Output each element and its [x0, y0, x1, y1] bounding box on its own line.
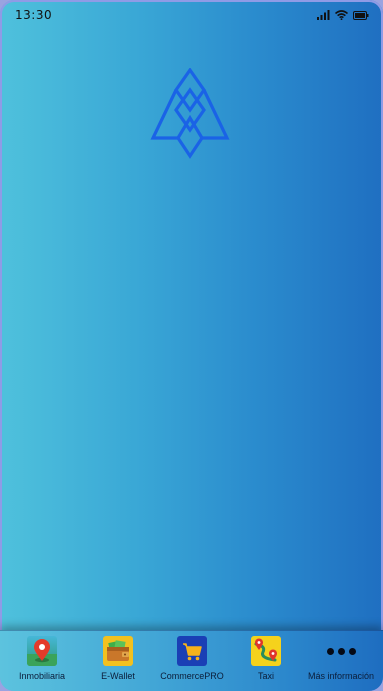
wallet-icon	[103, 636, 133, 666]
tab-mas-informacion[interactable]: Más información	[304, 636, 378, 688]
more-dots-icon	[326, 636, 356, 666]
tab-taxi[interactable]: Taxi	[229, 636, 303, 688]
tab-label-e-wallet: E-Wallet	[101, 671, 135, 681]
wifi-icon	[335, 10, 348, 20]
signal-icon	[317, 10, 330, 20]
battery-icon	[353, 10, 369, 20]
shopping-cart-icon	[177, 636, 207, 666]
taxi-route-icon	[251, 636, 281, 666]
tab-label-mas-informacion: Más información	[307, 671, 375, 681]
tab-inmobiliaria[interactable]: Inmobiliaria	[5, 636, 79, 688]
tab-label-inmobiliaria: Inmobiliaria	[18, 671, 66, 681]
tab-e-wallet[interactable]: E-Wallet	[81, 636, 155, 688]
status-bar: 13:30	[0, 0, 383, 30]
tab-label-commercepro: CommercePRO	[160, 671, 224, 681]
tab-commercepro[interactable]: CommercePRO	[155, 636, 229, 688]
map-pin-icon	[27, 636, 57, 666]
bottom-tab-bar: Inmobiliaria E-Wallet CommercePRO Taxi M…	[0, 630, 383, 691]
status-time: 13:30	[15, 8, 53, 22]
app-screen: 13:30 Inmobiliaria E-Wallet CommercePRO …	[0, 0, 383, 691]
tab-label-taxi: Taxi	[257, 671, 274, 681]
logo-icon	[150, 68, 230, 159]
status-icons	[317, 9, 369, 21]
